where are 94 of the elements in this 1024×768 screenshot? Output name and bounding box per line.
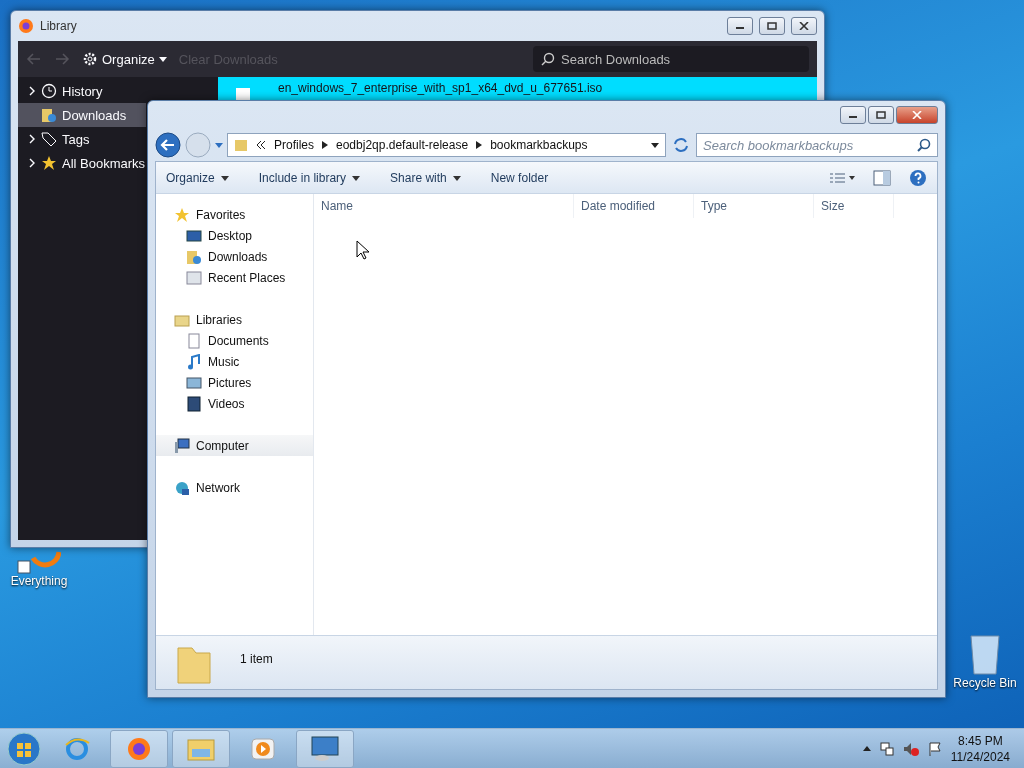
nav-item[interactable]: Pictures: [156, 372, 313, 393]
column-header[interactable]: Type: [694, 194, 814, 218]
chevron-icon: [28, 86, 36, 96]
start-orb-icon: [4, 729, 44, 768]
search-icon: [917, 138, 931, 152]
desktop-shortcut[interactable]: Recycle Bin: [948, 630, 1022, 690]
shortcut-icon: [17, 550, 61, 574]
preview-pane-icon: [873, 169, 891, 186]
monitor-icon: [186, 227, 202, 244]
breadcrumb-item[interactable]: Profiles: [274, 138, 314, 152]
help-icon: [909, 168, 927, 187]
column-header[interactable]: Size: [814, 194, 894, 218]
nav-item[interactable]: Recent Places: [156, 267, 313, 288]
double-chevron-icon: [256, 140, 266, 150]
clock-date: 11/24/2024: [950, 749, 1010, 764]
caret-icon: [158, 55, 167, 63]
computer-icon: [174, 437, 190, 454]
browser-fox-icon: [18, 18, 34, 34]
nav-item[interactable]: Music: [156, 351, 313, 372]
breadcrumb-item[interactable]: eodbj2qp.default-release: [336, 138, 469, 152]
sidebar-item[interactable]: History: [18, 79, 146, 103]
back-arrow-icon: [26, 51, 42, 67]
maximize-button[interactable]: [759, 17, 785, 35]
window-icon: [186, 269, 202, 286]
nav-item[interactable]: Videos: [156, 393, 313, 414]
nav-item[interactable]: Favorites: [156, 204, 313, 225]
tag-icon: [41, 131, 57, 147]
nav-item[interactable]: Desktop: [156, 225, 313, 246]
column-header[interactable]: Name: [314, 194, 574, 218]
nav-item[interactable]: Downloads: [156, 246, 313, 267]
close-button[interactable]: [791, 17, 817, 35]
nav-item[interactable]: Documents: [156, 330, 313, 351]
chevron-icon: [28, 134, 36, 144]
monitor-icon: [310, 734, 340, 763]
taskbar-app[interactable]: [296, 729, 354, 768]
arrow-right-icon: [322, 141, 328, 149]
star-icon: [41, 155, 57, 171]
breadcrumb-item[interactable]: bookmarkbackups: [490, 138, 588, 152]
file-icon: [236, 88, 250, 100]
network-icon: [878, 740, 895, 757]
search-field[interactable]: Search Downloads: [533, 46, 809, 72]
globe-icon: [174, 479, 190, 496]
search-icon: [541, 52, 555, 66]
forward-button-icon: [185, 132, 211, 158]
play-icon: [250, 735, 276, 762]
folder-icon: [234, 138, 248, 152]
organize-button[interactable]: Organize: [82, 51, 167, 67]
folder-icon: [186, 248, 202, 265]
close-icon: [912, 111, 922, 119]
view-list-icon: [829, 170, 855, 185]
taskbar-app[interactable]: [110, 729, 168, 768]
star-icon: [174, 206, 190, 223]
minimize-button[interactable]: [840, 106, 866, 124]
sidebar-item[interactable]: All Bookmarks: [18, 151, 146, 175]
forward-arrow-icon: [54, 51, 70, 67]
folder-icon: [41, 107, 57, 123]
toolbar-button[interactable]: Include in library: [258, 170, 361, 185]
caret-icon: [220, 173, 229, 182]
sidebar-item[interactable]: Tags: [18, 127, 146, 151]
window-title: Library: [40, 19, 78, 33]
caret-icon: [651, 141, 659, 149]
nav-item[interactable]: Network: [156, 477, 313, 498]
chevron-icon: [28, 158, 36, 168]
caret-icon: [215, 141, 223, 149]
document-icon: [186, 332, 202, 349]
close-icon: [799, 22, 809, 30]
caret-icon: [352, 173, 361, 182]
maximize-icon: [767, 22, 777, 30]
film-icon: [186, 395, 202, 412]
minimize-button[interactable]: [727, 17, 753, 35]
maximize-button[interactable]: [868, 106, 894, 124]
nav-item[interactable]: Computer: [156, 435, 313, 456]
item-count: 1 item: [240, 652, 273, 666]
caret-icon: [452, 173, 461, 182]
toolbar-button[interactable]: New folder: [490, 170, 549, 185]
folder-icon: [174, 644, 214, 686]
maximize-icon: [876, 111, 886, 119]
picture-icon: [186, 374, 202, 391]
flag-icon: [926, 740, 943, 757]
settings-icon: [82, 51, 98, 67]
music-note-icon: [186, 353, 202, 370]
address-bar[interactable]: Profiles eodbj2qp.default-release bookmarkbackups: [227, 133, 666, 157]
clock-time: 8:45 PM: [958, 733, 1003, 748]
search-field[interactable]: Search bookmarkbackups: [696, 133, 938, 157]
toolbar-button[interactable]: Organize: [166, 170, 229, 185]
sidebar-item[interactable]: Downloads: [18, 103, 146, 127]
toolbar-button[interactable]: Share with: [390, 170, 461, 185]
arrow-right-icon: [476, 141, 483, 149]
caret-up-icon: [862, 744, 871, 753]
clock-icon: [41, 83, 57, 99]
mouse-pointer-icon: [356, 240, 370, 260]
column-header[interactable]: Date modified: [574, 194, 694, 218]
nav-item[interactable]: Libraries: [156, 309, 313, 330]
download-row[interactable]: en_windows_7_enterprise_with_sp1_x64_dvd_u_677651.iso: [218, 77, 817, 100]
